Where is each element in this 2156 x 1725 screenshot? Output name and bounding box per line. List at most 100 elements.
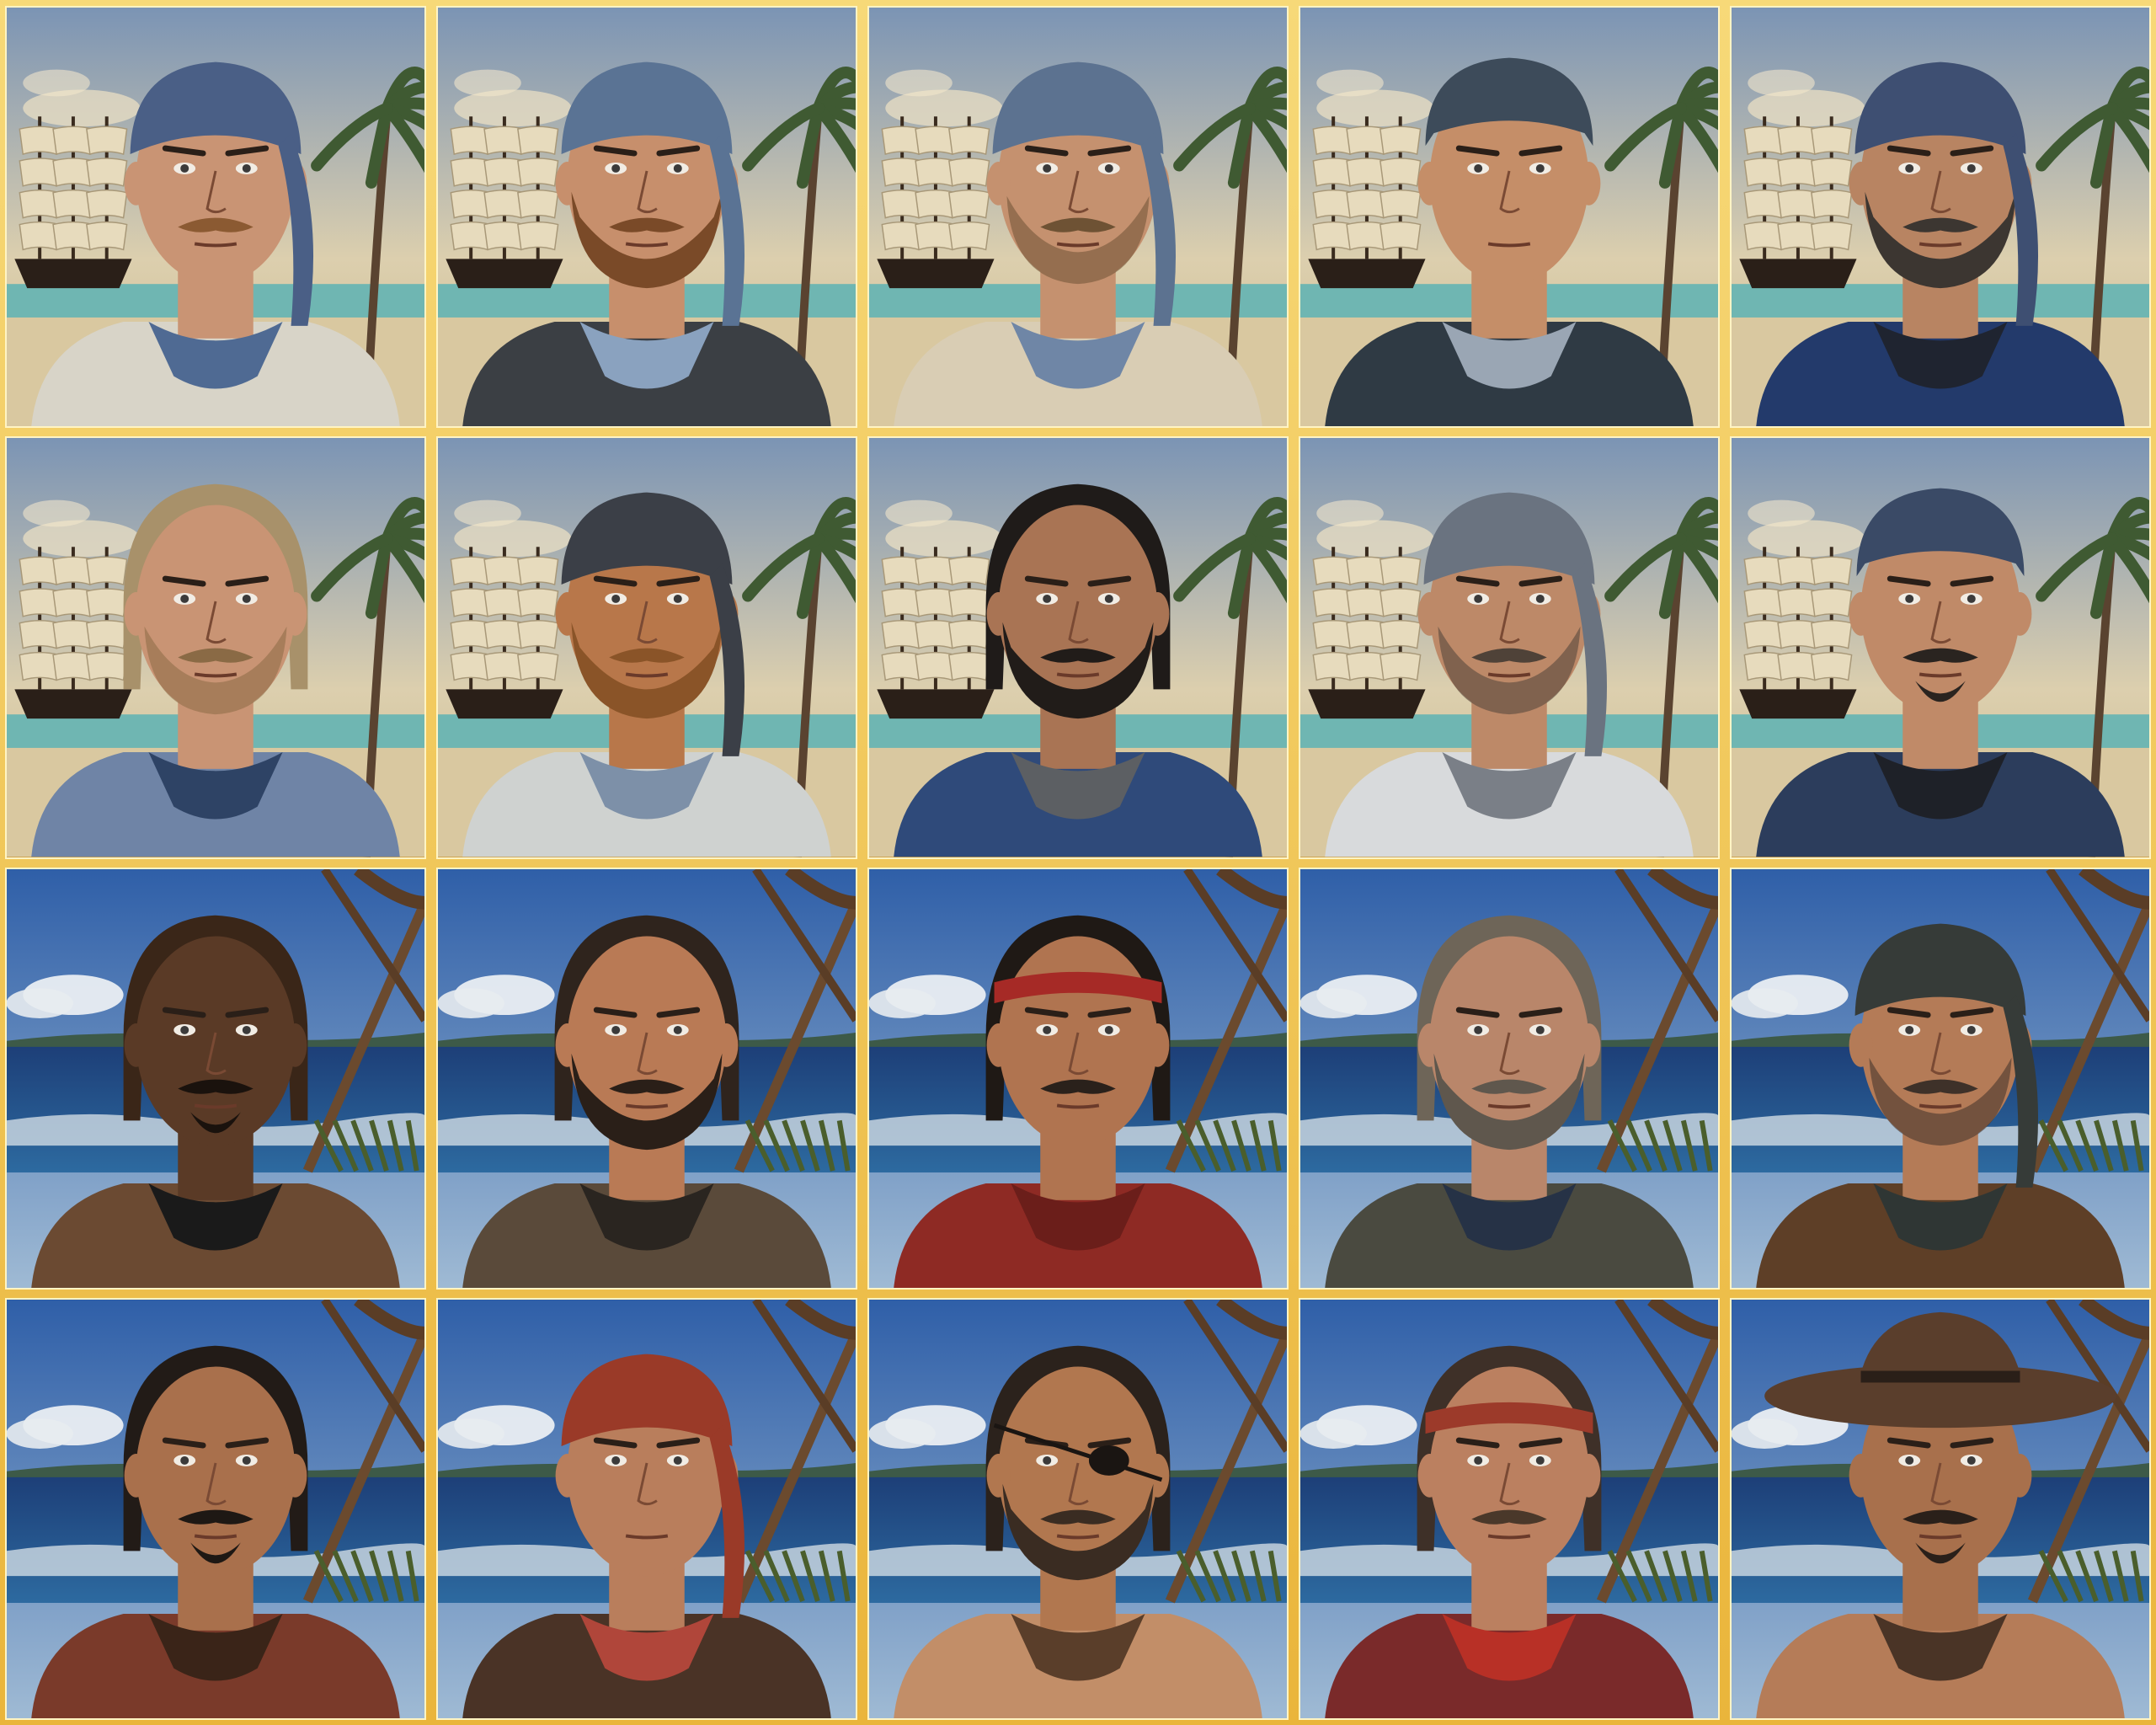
cloud — [1748, 69, 1815, 97]
ear — [555, 1453, 579, 1498]
mouth — [194, 672, 237, 678]
face — [136, 936, 296, 1146]
cloud — [869, 987, 936, 1018]
ear — [1417, 1453, 1442, 1498]
pupil — [1905, 1025, 1914, 1034]
sailing-ship — [1739, 116, 1857, 289]
pupil — [1905, 1455, 1914, 1465]
mouth — [1919, 1103, 1962, 1108]
sailing-ship — [1308, 547, 1426, 719]
sailing-ship — [446, 116, 563, 289]
pupil — [1905, 163, 1914, 173]
portrait-image — [438, 8, 856, 427]
hat-band — [1860, 1370, 2020, 1383]
portrait-tile[interactable] — [867, 867, 1289, 1290]
portrait-tile[interactable] — [867, 1297, 1289, 1720]
portrait-tile[interactable] — [5, 867, 426, 1290]
cloud — [23, 499, 90, 527]
sailing-ship — [877, 547, 995, 719]
portrait-tile[interactable] — [436, 1297, 857, 1720]
cloud — [438, 987, 504, 1018]
pupil — [1535, 163, 1545, 173]
portrait-tile[interactable] — [867, 6, 1289, 429]
mouth — [1487, 1103, 1531, 1108]
pupil — [611, 163, 621, 173]
cloud — [438, 1418, 504, 1449]
pupil — [1474, 595, 1483, 604]
portrait-image — [438, 1299, 856, 1718]
portrait-tile[interactable] — [436, 436, 857, 859]
ear — [1145, 592, 1170, 636]
pupil — [242, 1025, 251, 1034]
pupil — [180, 163, 189, 173]
face — [1429, 1366, 1589, 1576]
portrait-image — [1732, 438, 2149, 857]
portrait-tile[interactable] — [1730, 436, 2151, 859]
portrait-tile[interactable] — [436, 867, 857, 1290]
portrait-image — [869, 8, 1287, 427]
portrait-tile[interactable] — [1730, 1297, 2151, 1720]
pupil — [1474, 163, 1483, 173]
pupil — [1967, 595, 1976, 604]
portrait-tile[interactable] — [5, 436, 426, 859]
pupil — [242, 1455, 251, 1465]
ear — [1417, 1023, 1442, 1067]
portrait-image — [869, 868, 1287, 1288]
pupil — [673, 1455, 682, 1465]
portrait-tile[interactable] — [867, 436, 1289, 859]
pupil — [1535, 1025, 1545, 1034]
ear — [986, 1023, 1011, 1067]
cloud — [1300, 987, 1367, 1018]
portrait-image — [869, 1299, 1287, 1718]
pupil — [242, 163, 251, 173]
sailing-ship — [446, 547, 563, 719]
face — [998, 936, 1158, 1146]
ear — [1849, 1023, 1873, 1067]
ear — [555, 592, 579, 636]
mouth — [194, 1534, 237, 1540]
ear — [986, 1453, 1011, 1498]
portrait-tile[interactable] — [1299, 436, 1720, 859]
ear — [1417, 592, 1442, 636]
portrait-tile[interactable] — [436, 6, 857, 429]
cloud — [1300, 1418, 1367, 1449]
mouth — [625, 1103, 669, 1108]
portrait-tile[interactable] — [1299, 6, 1720, 429]
portrait-tile[interactable] — [1730, 6, 2151, 429]
ear — [1145, 1023, 1170, 1067]
ear — [1577, 161, 1601, 206]
portrait-image — [438, 868, 856, 1288]
portrait-image — [869, 438, 1287, 857]
mouth — [1056, 1103, 1100, 1108]
cloud — [1732, 987, 1798, 1018]
portrait-tile[interactable] — [1299, 867, 1720, 1290]
cloud — [1732, 1418, 1798, 1449]
ear — [124, 161, 148, 206]
ear — [1849, 161, 1873, 206]
ear — [124, 1453, 148, 1498]
ear — [986, 161, 1011, 206]
pupil — [1967, 1455, 1976, 1465]
pupil — [180, 1455, 189, 1465]
cloud — [1748, 499, 1815, 527]
portrait-tile[interactable] — [5, 1297, 426, 1720]
pupil — [242, 595, 251, 604]
pupil — [673, 163, 682, 173]
portrait-image — [1732, 8, 2149, 427]
ear — [1849, 592, 1873, 636]
ear — [283, 592, 307, 636]
pupil — [1905, 595, 1914, 604]
cloud — [885, 69, 953, 97]
sailing-ship — [877, 116, 995, 289]
portrait-tile[interactable] — [1730, 867, 2151, 1290]
cloud — [885, 499, 953, 527]
mouth — [625, 1534, 669, 1540]
ear — [2008, 592, 2032, 636]
portrait-tile[interactable] — [1299, 1297, 1720, 1720]
pupil — [1043, 163, 1052, 173]
pupil — [1104, 595, 1113, 604]
portrait-tile[interactable] — [5, 6, 426, 429]
mouth — [1919, 672, 1962, 678]
pupil — [1043, 595, 1052, 604]
pupil — [180, 595, 189, 604]
